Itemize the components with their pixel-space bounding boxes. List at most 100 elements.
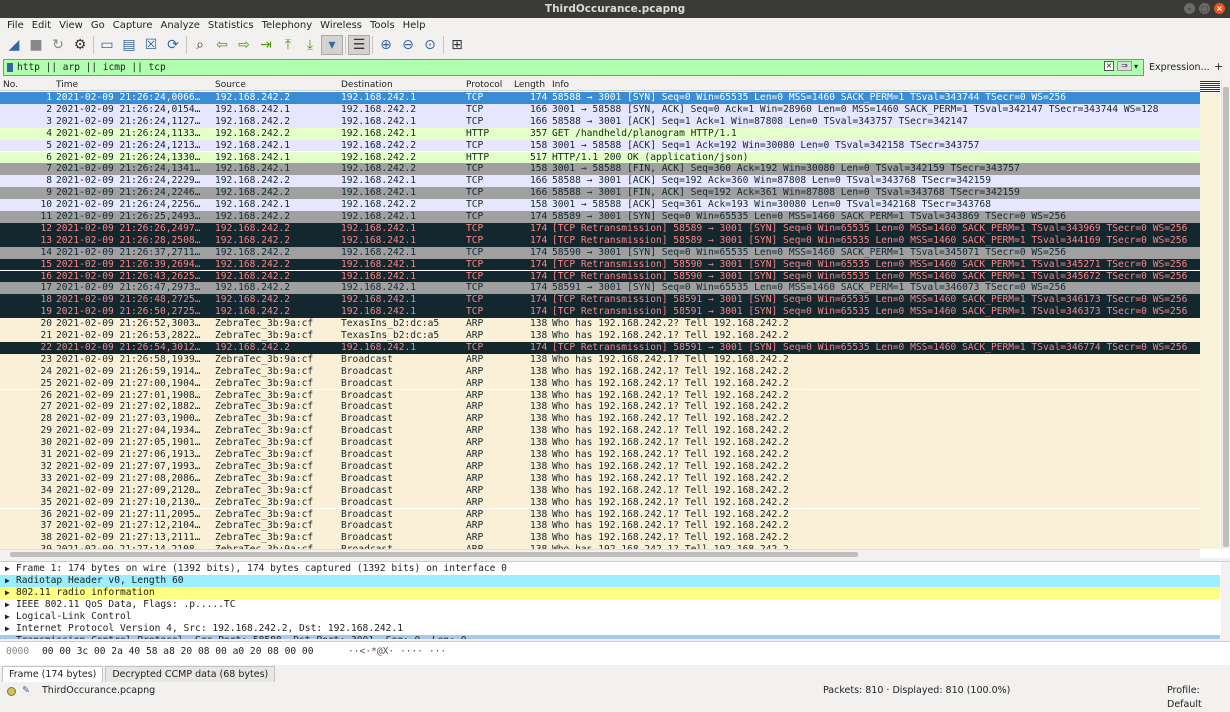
packet-row[interactable]: 16 2021-02-09 21:26:43,2625… 192.168.242.2… <box>0 270 1200 283</box>
expand-arrow-icon[interactable]: ▶ <box>5 623 10 635</box>
go-forward-icon[interactable]: ⇨ <box>233 35 255 55</box>
clear-filter-icon[interactable]: × <box>1104 61 1114 71</box>
packet-list-vscroll[interactable] <box>1221 79 1230 549</box>
packet-row[interactable]: 9 2021-02-09 21:26:24,2246… 192.168.242.2 1… <box>0 187 1200 200</box>
expert-info-icon[interactable] <box>7 687 16 696</box>
detail-tree-item[interactable]: ▶ 802.11 radio information <box>0 587 1220 599</box>
menu-go[interactable]: Go <box>87 18 109 33</box>
reload-icon[interactable]: ⟳ <box>162 35 184 55</box>
go-back-icon[interactable]: ⇦ <box>211 35 233 55</box>
col-no-header[interactable]: No. <box>3 79 18 91</box>
packet-row[interactable]: 11 2021-02-09 21:26:25,2493… 192.168.242.2… <box>0 211 1200 223</box>
apply-filter-icon[interactable]: ⇒ <box>1117 61 1132 71</box>
details-vscroll[interactable] <box>1221 562 1230 639</box>
packet-row[interactable]: 26 2021-02-09 21:27:01,1908… ZebraTec_3b:9… <box>0 389 1200 402</box>
packet-row[interactable]: 6 2021-02-09 21:26:24,1330… 192.168.242.1 1… <box>0 151 1200 164</box>
menu-file[interactable]: File <box>3 18 28 33</box>
detail-tree-item[interactable]: ▶ Internet Protocol Version 4, Src: 192.1… <box>0 623 1220 635</box>
packet-row[interactable]: 2 2021-02-09 21:26:24,0154… 192.168.242.1 1… <box>0 103 1200 116</box>
close-file-icon[interactable]: ☒ <box>140 35 162 55</box>
packet-row[interactable]: 19 2021-02-09 21:26:50,2725… 192.168.242.2… <box>0 306 1200 319</box>
packet-row[interactable]: 28 2021-02-09 21:27:03,1900… ZebraTec_3b:9… <box>0 413 1200 426</box>
col-protocol-header[interactable]: Protocol <box>466 79 502 91</box>
detail-tree-item[interactable]: ▶ Frame 1: 174 bytes on wire (1392 bits),… <box>0 563 1220 575</box>
colorize-icon[interactable]: ☰ <box>348 35 370 55</box>
packet-minimap[interactable] <box>1200 79 1220 549</box>
packet-row[interactable]: 27 2021-02-09 21:27:02,1882… ZebraTec_3b:9… <box>0 401 1200 414</box>
detail-tree-item[interactable]: ▶ Radiotap Header v0, Length 60 <box>0 575 1220 587</box>
col-destination-header[interactable]: Destination <box>341 79 393 91</box>
zoom-out-icon[interactable]: ⊖ <box>397 35 419 55</box>
maximize-icon[interactable]: □ <box>1199 3 1210 14</box>
expand-arrow-icon[interactable]: ▶ <box>5 563 10 575</box>
minimize-icon[interactable]: – <box>1184 3 1195 14</box>
packet-row[interactable]: 4 2021-02-09 21:26:24,1133… 192.168.242.2 1… <box>0 127 1200 140</box>
menu-capture[interactable]: Capture <box>109 18 157 33</box>
edit-comment-icon[interactable]: ✎ <box>22 684 30 698</box>
add-filter-button[interactable]: + <box>1214 60 1223 73</box>
bytes-ascii[interactable]: ··<·*@X· ···· ··· <box>348 646 446 657</box>
packet-row[interactable]: 32 2021-02-09 21:27:07,1993… ZebraTec_3b:9… <box>0 460 1200 473</box>
detail-tree-item[interactable]: ▶ Logical-Link Control <box>0 611 1220 623</box>
detail-tree-item[interactable]: ▶ IEEE 802.11 QoS Data, Flags: .p.....TC <box>0 599 1220 611</box>
packet-row[interactable]: 14 2021-02-09 21:26:37,2711… 192.168.242.2… <box>0 246 1200 259</box>
packet-row[interactable]: 38 2021-02-09 21:27:13,2111… ZebraTec_3b:9… <box>0 532 1200 545</box>
stop-icon[interactable]: ■ <box>25 35 47 55</box>
menu-tools[interactable]: Tools <box>366 18 399 33</box>
bookmark-icon[interactable] <box>7 63 13 72</box>
resize-columns-icon[interactable]: ⊞ <box>446 35 468 55</box>
go-to-packet-icon[interactable]: ⇥ <box>255 35 277 55</box>
packet-row[interactable]: 1 2021-02-09 21:26:24,0066… 192.168.242.2 1… <box>0 92 1200 104</box>
packet-row[interactable]: 24 2021-02-09 21:26:59,1914… ZebraTec_3b:9… <box>0 365 1200 378</box>
zoom-in-icon[interactable]: ⊕ <box>375 35 397 55</box>
tab-frame-bytes[interactable]: Frame (174 bytes) <box>2 666 104 682</box>
find-icon[interactable]: ⌕ <box>189 35 211 55</box>
expand-arrow-icon[interactable]: ▶ <box>5 575 10 587</box>
packet-row[interactable]: 8 2021-02-09 21:26:24,2229… 192.168.242.2 1… <box>0 175 1200 188</box>
menu-wireless[interactable]: Wireless <box>316 18 366 33</box>
close-icon[interactable]: × <box>1214 3 1225 14</box>
bytes-hex[interactable]: 00 00 3c 00 2a 40 58 a8 20 08 00 a0 20 0… <box>42 646 313 657</box>
packet-row[interactable]: 5 2021-02-09 21:26:24,1213… 192.168.242.1 1… <box>0 139 1200 152</box>
packet-row[interactable]: 18 2021-02-09 21:26:48,2725… 192.168.242.2… <box>0 294 1200 307</box>
tab-decrypted-ccmp[interactable]: Decrypted CCMP data (68 bytes) <box>105 666 276 682</box>
expand-arrow-icon[interactable]: ▶ <box>5 635 10 639</box>
status-profile[interactable]: Profile: Default <box>1167 684 1230 712</box>
packet-row[interactable]: 23 2021-02-09 21:26:58,1939… ZebraTec_3b:9… <box>0 353 1200 366</box>
packet-list-hscroll[interactable] <box>0 549 1200 558</box>
packet-row[interactable]: 12 2021-02-09 21:26:26,2497… 192.168.242.2… <box>0 222 1200 235</box>
packet-row[interactable]: 10 2021-02-09 21:26:24,2256… 192.168.242.1… <box>0 199 1200 211</box>
normal-size-icon[interactable]: ⊙ <box>419 35 441 55</box>
packet-row[interactable]: 20 2021-02-09 21:26:52,3003… ZebraTec_3b:9… <box>0 318 1200 330</box>
menu-view[interactable]: View <box>55 18 87 33</box>
auto-scroll-icon[interactable]: ▾ <box>321 35 343 55</box>
expand-arrow-icon[interactable]: ▶ <box>5 587 10 599</box>
packet-row[interactable]: 34 2021-02-09 21:27:09,2120… ZebraTec_3b:9… <box>0 484 1200 497</box>
capture-options-icon[interactable]: ⚙ <box>69 35 91 55</box>
save-file-icon[interactable]: ▤ <box>118 35 140 55</box>
packet-row[interactable]: 15 2021-02-09 21:26:39,2694… 192.168.242.2… <box>0 258 1200 271</box>
packet-row[interactable]: 29 2021-02-09 21:27:04,1934… ZebraTec_3b:9… <box>0 425 1200 438</box>
filter-history-dropdown-icon[interactable]: ▾ <box>1134 62 1138 71</box>
col-source-header[interactable]: Source <box>215 79 246 91</box>
last-packet-icon[interactable]: ⤓ <box>299 35 321 55</box>
packet-row[interactable]: 13 2021-02-09 21:26:28,2508… 192.168.242.2… <box>0 234 1200 247</box>
menu-edit[interactable]: Edit <box>28 18 55 33</box>
col-time-header[interactable]: Time <box>56 79 78 91</box>
display-filter-input[interactable]: http || arp || icmp || tcp <box>3 59 1144 76</box>
menu-statistics[interactable]: Statistics <box>204 18 258 33</box>
menu-help[interactable]: Help <box>399 18 430 33</box>
packet-row[interactable]: 31 2021-02-09 21:27:06,1913… ZebraTec_3b:9… <box>0 449 1200 461</box>
expression-button[interactable]: Expression... <box>1149 62 1210 73</box>
menu-analyze[interactable]: Analyze <box>156 18 203 33</box>
col-info-header[interactable]: Info <box>552 79 569 91</box>
shark-fin-start-icon[interactable]: ◢ <box>3 35 25 55</box>
packet-row[interactable]: 25 2021-02-09 21:27:00,1904… ZebraTec_3b:9… <box>0 377 1200 390</box>
packet-row[interactable]: 35 2021-02-09 21:27:10,2130… ZebraTec_3b:9… <box>0 496 1200 509</box>
packet-row[interactable]: 37 2021-02-09 21:27:12,2104… ZebraTec_3b:9… <box>0 520 1200 533</box>
packet-row[interactable]: 17 2021-02-09 21:26:47,2973… 192.168.242.2… <box>0 282 1200 295</box>
menu-telephony[interactable]: Telephony <box>258 18 317 33</box>
packet-row[interactable]: 36 2021-02-09 21:27:11,2095… ZebraTec_3b:9… <box>0 508 1200 521</box>
packet-row[interactable]: 30 2021-02-09 21:27:05,1901… ZebraTec_3b:9… <box>0 437 1200 449</box>
packet-row[interactable]: 3 2021-02-09 21:26:24,1127… 192.168.242.2 1… <box>0 115 1200 128</box>
